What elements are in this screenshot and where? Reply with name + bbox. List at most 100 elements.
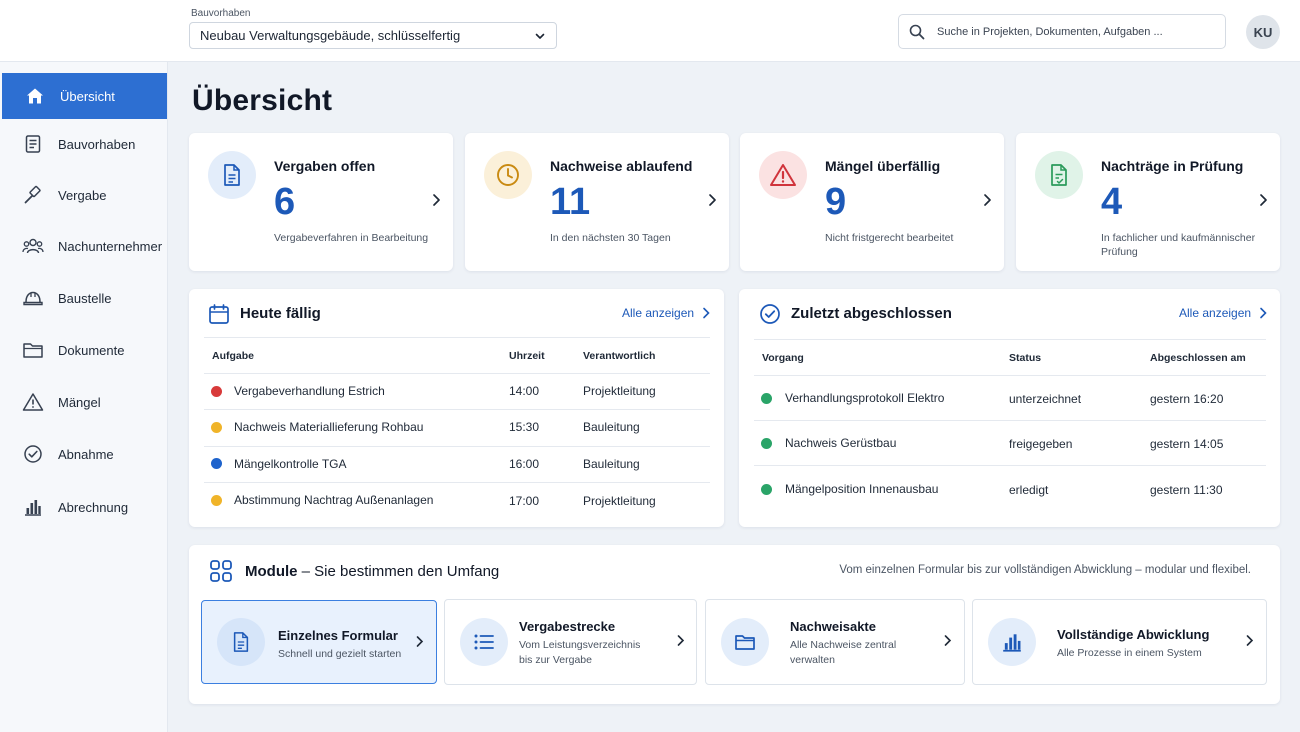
chevron-right-icon (707, 193, 717, 207)
done-title: Zuletzt abgeschlossen (791, 305, 952, 322)
divider (204, 446, 710, 447)
sidebar-item-label: Baustelle (58, 290, 112, 306)
task-owner: Projektleitung (583, 384, 656, 398)
sidebar-item-bauvorhaben[interactable]: Bauvorhaben (0, 121, 167, 167)
module-subtitle: Alle Prozesse in einem System (1057, 647, 1202, 659)
kpi-card-nachweise[interactable]: Nachweise ablaufend 11 In den nächsten 3… (465, 133, 729, 271)
document-list-icon (22, 133, 44, 155)
sidebar-item-maengel[interactable]: Mängel (0, 379, 167, 425)
item-status: unterzeichnet (1009, 392, 1082, 406)
priority-dot (211, 458, 222, 469)
task-name: Mängelkontrolle TGA (234, 457, 347, 471)
kpi-value: 6 (274, 181, 296, 223)
kpi-title: Nachweise ablaufend (550, 158, 693, 174)
modules-title-rest: – Sie bestimmen den Umfang (297, 563, 500, 580)
item-name: Mängelposition Innenausbau (785, 482, 939, 496)
sidebar-item-label: Nachunternehmer (58, 238, 163, 254)
task-time: 17:00 (509, 494, 540, 508)
project-select-value: Neubau Verwaltungsgebäude, schlüsselfert… (200, 28, 461, 43)
task-time: 15:30 (509, 420, 540, 434)
kpi-card-nachtraege[interactable]: Nachträge in Prüfung 4 In fachlicher und… (1016, 133, 1280, 271)
today-title: Heute fällig (240, 305, 321, 322)
module-card-einzelnes-formular[interactable]: Einzelnes Formular Schnell und gezielt s… (201, 600, 437, 684)
item-date: gestern 11:30 (1150, 483, 1223, 497)
sidebar-item-vergabe[interactable]: Vergabe (0, 172, 167, 218)
chevron-down-icon (534, 30, 546, 42)
chevron-right-icon (431, 193, 441, 207)
modules-panel: Module – Sie bestimmen den Umfang Vom ei… (189, 545, 1280, 704)
item-status: freigegeben (1009, 437, 1073, 451)
module-subtitle: Schnell und gezielt starten (278, 648, 402, 660)
bar-chart-icon (22, 496, 44, 518)
chevron-right-icon (702, 307, 710, 319)
kpi-value: 9 (825, 181, 847, 223)
column-header-uhrzeit: Uhrzeit (509, 350, 545, 362)
modules-title-bold: Module (245, 563, 298, 580)
sidebar-item-baustelle[interactable]: Baustelle (0, 275, 167, 321)
sidebar-item-label: Mängel (58, 394, 101, 410)
avatar[interactable]: KU (1246, 15, 1280, 49)
kpi-title: Vergaben offen (274, 158, 376, 174)
sidebar-item-abnahme[interactable]: Abnahme (0, 431, 167, 477)
sidebar-item-abrechnung[interactable]: Abrechnung (0, 484, 167, 530)
chevron-right-icon (1259, 307, 1267, 319)
project-select[interactable]: Neubau Verwaltungsgebäude, schlüsselfert… (189, 22, 557, 49)
page-title: Übersicht (192, 84, 333, 117)
done-show-all-link[interactable]: Alle anzeigen (1179, 306, 1267, 320)
kpi-title: Nachträge in Prüfung (1101, 158, 1244, 174)
module-card-vergabestrecke[interactable]: Vergabestrecke Vom Leistungsverzeichnis … (444, 599, 697, 685)
home-icon (24, 85, 46, 107)
today-show-all-link[interactable]: Alle anzeigen (622, 306, 710, 320)
divider (754, 339, 1266, 340)
item-status: erledigt (1009, 483, 1049, 497)
kpi-value: 11 (550, 181, 591, 223)
show-all-label: Alle anzeigen (1179, 306, 1252, 320)
folder-icon (721, 618, 769, 666)
kpi-card-vergaben[interactable]: Vergaben offen 6 Vergabeverfahren in Bea… (189, 133, 453, 271)
kpi-card-maengel[interactable]: Mängel überfällig 9 Nicht fristgerecht b… (740, 133, 1004, 271)
column-header-abgeschlossen: Abgeschlossen am (1150, 352, 1246, 364)
module-title: Nachweisakte (790, 619, 876, 634)
check-circle-icon (759, 303, 781, 325)
search-input[interactable] (937, 25, 1207, 38)
warning-icon (22, 391, 44, 413)
column-header-verantwortlich: Verantwortlich (583, 350, 656, 362)
divider (754, 420, 1266, 421)
item-name: Verhandlungsprotokoll Elektro (785, 391, 945, 405)
modules-title: Module – Sie bestimmen den Umfang (245, 563, 499, 580)
divider (204, 482, 710, 483)
divider (204, 409, 710, 410)
divider (754, 375, 1266, 376)
task-time: 16:00 (509, 457, 540, 471)
sidebar-item-uebersicht[interactable]: Übersicht (2, 73, 167, 119)
document-icon (217, 618, 265, 666)
task-time: 14:00 (509, 384, 540, 398)
kpi-title: Mängel überfällig (825, 158, 941, 174)
project-label: Bauvorhaben (191, 8, 251, 19)
users-icon (22, 235, 44, 257)
divider (204, 337, 710, 338)
item-date: gestern 16:20 (1150, 392, 1224, 406)
module-card-vollstaendige-abwicklung[interactable]: Vollständige Abwicklung Alle Prozesse in… (972, 599, 1267, 685)
kpi-subtitle: Vergabeverfahren in Bearbeitung (274, 232, 429, 244)
sidebar-item-dokumente[interactable]: Dokumente (0, 327, 167, 373)
search-icon (909, 24, 925, 40)
bar-chart-icon (988, 618, 1036, 666)
status-dot (761, 438, 772, 449)
kpi-subtitle: Nicht fristgerecht bearbeitet (825, 232, 954, 244)
grid-icon (209, 559, 233, 583)
show-all-label: Alle anzeigen (622, 306, 695, 320)
divider (754, 465, 1266, 466)
today-panel: Heute fällig Alle anzeigen Aufgabe Uhrze… (189, 289, 724, 527)
sidebar-item-nachunternehmer[interactable]: Nachunternehmer (0, 223, 167, 269)
module-card-nachweisakte[interactable]: Nachweisakte Alle Nachweise zentral verw… (705, 599, 965, 685)
chevron-right-icon (1258, 193, 1268, 207)
hard-hat-icon (22, 287, 44, 309)
search-box[interactable] (898, 14, 1226, 49)
task-name: Nachweis Materiallieferung Rohbau (234, 420, 424, 434)
done-panel: Zuletzt abgeschlossen Alle anzeigen Vorg… (739, 289, 1280, 527)
task-name: Abstimmung Nachtrag Außenanlagen (234, 493, 434, 507)
column-header-vorgang: Vorgang (762, 352, 804, 364)
chevron-right-icon (943, 634, 952, 647)
document-check-icon (1035, 151, 1083, 199)
